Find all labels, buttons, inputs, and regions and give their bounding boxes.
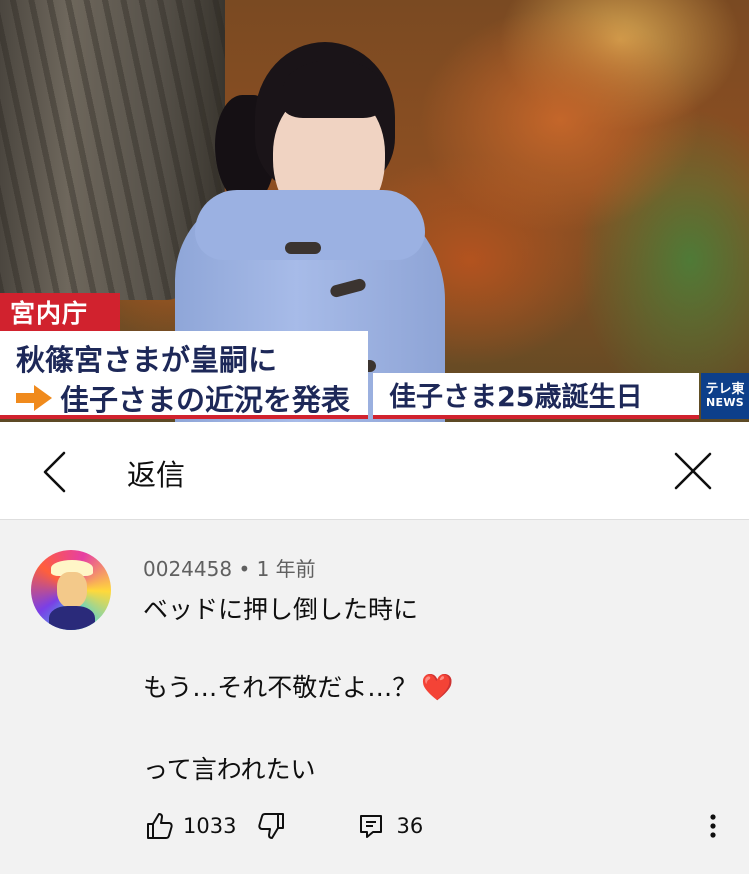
- more-vert-icon: [710, 814, 716, 838]
- comment-author[interactable]: 0024458: [143, 557, 232, 581]
- reply-button[interactable]: [354, 809, 388, 843]
- page-title: 返信: [127, 458, 186, 492]
- headline-caption: 秋篠宮さまが皇嗣に 佳子さまの近況を発表: [0, 331, 368, 419]
- like-button[interactable]: [143, 809, 177, 843]
- chevron-left-icon: [43, 451, 66, 493]
- thumbs-down-icon: [258, 813, 285, 839]
- more-options-button[interactable]: [698, 808, 728, 844]
- meta-separator: •: [238, 557, 251, 581]
- comment-text-line-2-row: もう…それ不敬だよ…？ ❤️: [143, 668, 454, 704]
- reply-count: 36: [396, 814, 424, 838]
- comment-time: 1 年前: [256, 557, 316, 581]
- comment-text-line-1: ベッドに押し倒した時に: [143, 595, 419, 624]
- logo-line-1: テレ東: [705, 382, 745, 398]
- close-button[interactable]: [668, 446, 718, 496]
- logo-line-2: NEWS: [706, 396, 744, 410]
- back-button[interactable]: [30, 448, 78, 496]
- arrow-right-icon: [16, 385, 54, 411]
- comment-actions: 1033 36: [143, 808, 423, 844]
- heart-emoji: ❤️: [421, 673, 454, 703]
- video-player[interactable]: 宮内庁 秋篠宮さまが皇嗣に 佳子さまの近況を発表 佳子さま25歳誕生日 テレ東 …: [0, 0, 749, 422]
- comment-text-line-3: って言われたい: [143, 755, 316, 784]
- headline-line-2: 佳子さまの近況を発表: [60, 383, 351, 417]
- headline-line-1: 秋篠宮さまが皇嗣に: [16, 343, 278, 377]
- topic-caption: 佳子さま25歳誕生日: [373, 373, 699, 419]
- dislike-button[interactable]: [254, 809, 288, 843]
- replies-header: 返信: [0, 422, 749, 520]
- tv-tokyo-news-logo: テレ東 NEWS: [701, 373, 749, 419]
- avatar[interactable]: [31, 550, 111, 630]
- headline-line-2-row: 佳子さまの近況を発表: [16, 377, 350, 419]
- comment-text-line-2: もう…それ不敬だよ…？: [143, 673, 418, 702]
- reply-icon: [360, 815, 383, 838]
- comment-thread: 0024458 • 1 年前 ベッドに押し倒した時に もう…それ不敬だよ…？ ❤️…: [0, 520, 749, 874]
- close-icon: [674, 452, 712, 490]
- agency-label: 宮内庁: [0, 293, 120, 331]
- thumbs-up-icon: [147, 813, 173, 839]
- like-count: 1033: [183, 814, 237, 838]
- comment-meta: 0024458 • 1 年前: [143, 553, 316, 582]
